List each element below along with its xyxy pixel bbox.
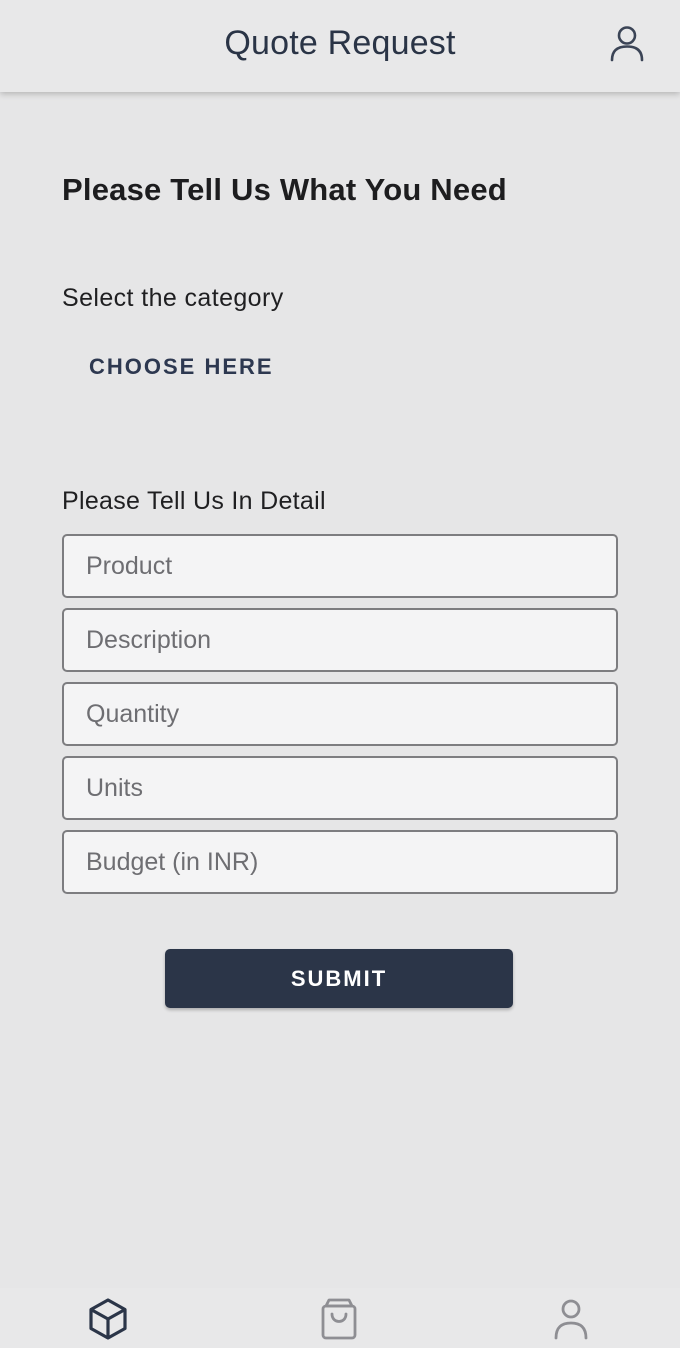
user-icon[interactable] [607, 24, 647, 64]
quantity-field[interactable] [62, 682, 618, 746]
bottom-tab-bar [0, 1288, 680, 1348]
page-title: Quote Request [224, 24, 456, 62]
tab-products[interactable] [85, 1296, 131, 1342]
form-heading: Please Tell Us What You Need [62, 172, 507, 207]
app-header: Quote Request [0, 0, 680, 92]
choose-category-button[interactable]: CHOOSE HERE [74, 344, 289, 390]
units-field[interactable] [62, 756, 618, 820]
submit-button[interactable]: SUBMIT [165, 949, 513, 1008]
budget-field[interactable] [62, 830, 618, 894]
description-field[interactable] [62, 608, 618, 672]
cube-icon [89, 1298, 127, 1340]
product-field[interactable] [62, 534, 618, 598]
tab-orders[interactable] [316, 1296, 362, 1342]
app: Quote Request Please Tell Us What You Ne… [0, 0, 680, 1348]
user-icon [554, 1299, 588, 1340]
tab-profile[interactable] [548, 1296, 594, 1342]
category-label: Select the category [62, 284, 284, 312]
detail-label: Please Tell Us In Detail [62, 487, 326, 515]
shopping-bag-icon [321, 1298, 357, 1340]
